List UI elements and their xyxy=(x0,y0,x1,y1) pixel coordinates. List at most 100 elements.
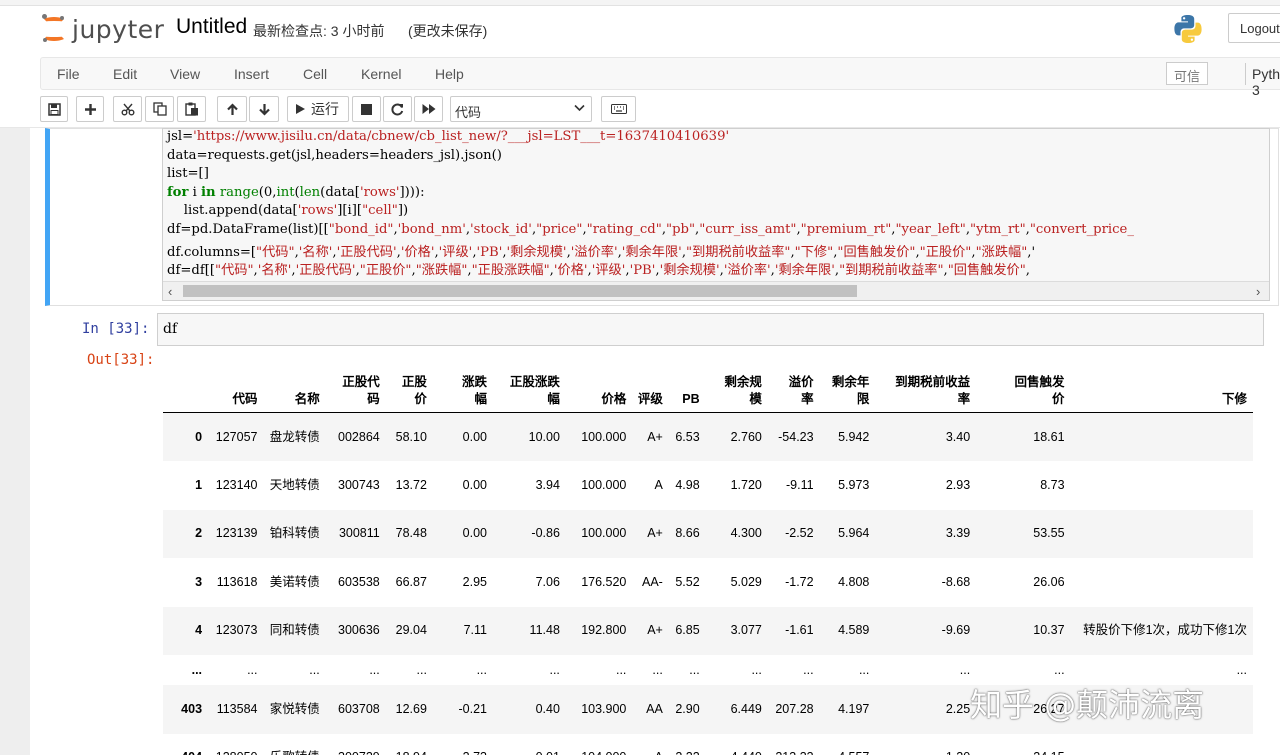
column-header-text: 价 xyxy=(1052,392,1065,406)
command-palette-button[interactable] xyxy=(601,96,636,122)
save-button[interactable] xyxy=(40,96,68,122)
kernel-name[interactable]: Python 3 xyxy=(1252,66,1280,98)
interrupt-button[interactable] xyxy=(352,96,381,122)
play-icon xyxy=(296,104,305,114)
menu-help[interactable]: Help xyxy=(435,66,464,82)
menu-kernel[interactable]: Kernel xyxy=(361,66,401,82)
run-button[interactable]: 运行 xyxy=(287,96,349,122)
table-cell: 66.87 xyxy=(395,574,427,589)
code-line: for i in range(0,int(len(data['rows'])))… xyxy=(167,184,425,200)
cell-type-value: 代码 xyxy=(455,105,482,120)
stop-icon xyxy=(361,103,372,115)
notebook-title[interactable]: Untitled xyxy=(176,15,247,39)
table-cell: 10.37 xyxy=(976,606,1071,655)
keyboard-icon xyxy=(610,104,627,114)
scroll-right-icon[interactable]: › xyxy=(1256,284,1260,299)
table-cell: 113618 xyxy=(216,574,258,589)
paste-button[interactable] xyxy=(177,96,206,122)
menu-file[interactable]: File xyxy=(57,66,80,82)
fast-forward-icon xyxy=(422,104,435,114)
table-cell: 天地转债 xyxy=(269,477,320,492)
chevron-down-icon xyxy=(574,104,585,112)
table-cell: 300636 xyxy=(325,606,386,655)
table-cell: ... xyxy=(492,655,566,685)
table-cell: 5.52 xyxy=(675,574,700,589)
table-cell: ... xyxy=(819,655,876,685)
table-cell: 0.01 xyxy=(493,734,566,755)
table-cell: -2.52 xyxy=(767,509,820,558)
table-cell: 盘龙转债 xyxy=(263,412,326,461)
column-header-text: 限 xyxy=(856,392,870,406)
code-editor-df[interactable]: df xyxy=(157,313,1264,346)
table-cell: 403 xyxy=(163,685,209,734)
table-cell: 13.72 xyxy=(395,477,427,492)
table-cell: 5.029 xyxy=(730,574,762,589)
cut-button[interactable] xyxy=(113,96,142,122)
table-cell: 7.06 xyxy=(535,574,560,589)
column-header-text: 名称 xyxy=(294,392,320,406)
menubar: File Edit View Insert Cell Kernel Help 可… xyxy=(40,57,1280,98)
jupyter-logo[interactable]: jupyter xyxy=(40,12,164,46)
menu-cell[interactable]: Cell xyxy=(303,66,327,82)
table-row: 3 113618 美诺转债 603538 66.87 2.95 7.06 176.520 AA-… xyxy=(163,558,1253,607)
table-cell: 207.28 xyxy=(767,685,820,734)
table-cell: 123140 xyxy=(215,477,258,492)
restart-run-all-button[interactable] xyxy=(414,96,443,122)
table-cell: ... xyxy=(705,655,768,685)
cut-icon xyxy=(121,103,134,115)
table-cell: 乐歌转债 xyxy=(264,734,326,755)
table-row: 2 123139 铂科转债 300811 78.48 0.00 -0.86 100.000 A+… xyxy=(163,509,1253,558)
table-cell: 29.04 xyxy=(385,606,433,655)
table-cell: -9.11 xyxy=(786,477,814,492)
move-cell-down-button[interactable] xyxy=(249,96,279,122)
table-cell: ... xyxy=(565,655,633,685)
column-header-text: 溢价 xyxy=(788,375,814,389)
table-cell: ... xyxy=(163,655,209,685)
table-cell: 4.808 xyxy=(838,574,870,589)
table-cell: 002864 xyxy=(325,412,386,461)
table-cell: 213.33 xyxy=(768,734,820,755)
table-cell: 100.000 xyxy=(565,509,633,558)
column-header: 代码 xyxy=(208,370,264,413)
restart-kernel-button[interactable] xyxy=(383,96,412,122)
code-editor[interactable]: jsl='https://www.jisilu.cn/data/cbnew/cb… xyxy=(162,128,1270,301)
scroll-left-icon[interactable]: ‹ xyxy=(168,284,172,299)
table-cell: 176.520 xyxy=(581,574,627,589)
column-header: PB xyxy=(668,370,706,413)
browser-top-edge xyxy=(0,0,1280,6)
table-cell: 4.300 xyxy=(705,509,768,558)
code-line: df=pd.DataFrame(list)[["bond_id",'bond_n… xyxy=(167,222,1134,237)
table-cell: 5.964 xyxy=(819,509,876,558)
copy-button[interactable] xyxy=(145,96,174,122)
table-cell: -1.72 xyxy=(785,574,814,589)
table-cell: 603708 xyxy=(325,685,386,734)
scrollbar-thumb[interactable] xyxy=(183,285,857,297)
table-cell: 24.15 xyxy=(976,734,1070,755)
horizontal-scrollbar[interactable]: ‹ › xyxy=(163,281,1269,300)
insert-cell-button[interactable] xyxy=(76,96,104,122)
notebook-content: jsl='https://www.jisilu.cn/data/cbnew/cb… xyxy=(30,128,1280,755)
table-cell: ... xyxy=(432,655,493,685)
menu-view[interactable]: View xyxy=(170,66,200,82)
table-cell: 53.55 xyxy=(976,509,1071,558)
table-cell: 8.66 xyxy=(668,509,706,558)
table-cell: 3.077 xyxy=(705,606,768,655)
column-header: 涨跌幅 xyxy=(432,370,493,413)
trusted-indicator[interactable]: 可信 xyxy=(1166,62,1208,85)
table-cell: 26.06 xyxy=(1033,574,1065,589)
column-header-text: 正股 xyxy=(401,375,427,389)
table-cell: 128050 xyxy=(208,734,263,755)
column-header-text: 到期税前收益 xyxy=(895,375,971,389)
table-cell: 1 xyxy=(195,477,203,492)
move-cell-up-button[interactable] xyxy=(217,96,247,122)
table-cell: 0 xyxy=(163,412,209,461)
menu-edit[interactable]: Edit xyxy=(113,66,137,82)
table-cell: 0.00 xyxy=(432,412,493,461)
logout-button[interactable]: Logout xyxy=(1228,13,1280,43)
cell-type-select[interactable]: 代码 xyxy=(450,96,592,122)
code-cell-selected[interactable]: jsl='https://www.jisilu.cn/data/cbnew/cb… xyxy=(45,128,1279,306)
table-cell: 5.973 xyxy=(838,477,870,492)
table-cell: 123139 xyxy=(208,509,264,558)
table-cell: 铂科转债 xyxy=(263,509,326,558)
menu-insert[interactable]: Insert xyxy=(234,66,269,82)
